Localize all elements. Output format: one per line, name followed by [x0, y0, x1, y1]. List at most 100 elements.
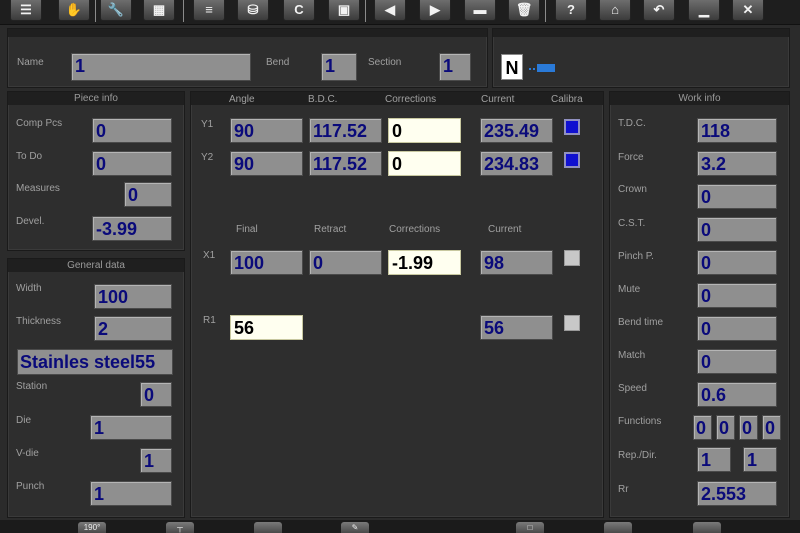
punch-tool-icon[interactable]: ┬ [166, 522, 194, 533]
close-icon[interactable]: ✕ [732, 0, 764, 21]
hand-icon[interactable]: ✋ [58, 0, 90, 21]
tdc-field[interactable]: 118 [697, 118, 777, 143]
tool-button-icon[interactable] [254, 522, 282, 533]
next-icon[interactable] [693, 522, 721, 533]
bend-label: Bend [266, 57, 290, 68]
col-final: Final [236, 224, 258, 235]
list-icon[interactable]: ☰ [10, 0, 42, 21]
station-field[interactable]: 0 [140, 382, 172, 407]
speed-label: Speed [618, 383, 647, 394]
r1-current-field[interactable]: 56 [480, 315, 553, 340]
y2-current-field[interactable]: 234.83 [480, 151, 553, 176]
measures-field[interactable]: 0 [124, 182, 172, 207]
comp-pcs-field[interactable]: 0 [92, 118, 172, 143]
bend-time-label: Bend time [618, 317, 664, 328]
settings-icon[interactable] [604, 522, 632, 533]
x1-current-field[interactable]: 98 [480, 250, 553, 275]
function-field-1[interactable]: 0 [693, 415, 712, 440]
mode-panel-bar [493, 29, 789, 37]
main-toolbar: ☰ ✋ 🔧 ▦ ≡ ⛁ C ▣ ◀ ▶ ▬ 🗑 ? ⌂ ↶ ▁ ✕ [0, 0, 800, 25]
force-field[interactable]: 3.2 [697, 151, 777, 176]
y1-angle-field[interactable]: 90 [230, 118, 303, 143]
axes-header: Angle B.D.C. Corrections Current Calibra [191, 92, 603, 105]
rep-dir-label: Rep./Dir. [618, 450, 657, 461]
y2-angle-field[interactable]: 90 [230, 151, 303, 176]
crown-label: Crown [618, 184, 647, 195]
to-do-label: To Do [16, 151, 43, 162]
pinch-field[interactable]: 0 [697, 250, 777, 275]
help-icon[interactable]: ? [555, 0, 587, 21]
to-do-field[interactable]: 0 [92, 151, 172, 176]
chart-icon[interactable]: ✎ [341, 522, 369, 533]
tool-direction-icon [529, 61, 557, 73]
minimize-icon[interactable]: ▁ [688, 0, 720, 21]
mode-indicator[interactable]: N [501, 54, 523, 80]
force-label: Force [618, 152, 644, 163]
measures-label: Measures [16, 183, 60, 194]
y1-bdc-field[interactable]: 117.52 [309, 118, 382, 143]
y1-calibra-checkbox[interactable] [564, 119, 580, 135]
function-field-4[interactable]: 0 [762, 415, 781, 440]
die-field[interactable]: 1 [90, 415, 172, 440]
devel-field[interactable]: -3.99 [92, 216, 172, 241]
rep-field[interactable]: 1 [697, 447, 731, 472]
vdie-label: V-die [16, 448, 39, 459]
database-icon[interactable]: ⛁ [237, 0, 269, 21]
arrow-right-icon[interactable]: ▶ [419, 0, 451, 21]
x1-final-field[interactable]: 100 [230, 250, 303, 275]
punch-field[interactable]: 1 [90, 481, 172, 506]
thickness-field[interactable]: 2 [94, 316, 172, 341]
function-field-2[interactable]: 0 [716, 415, 735, 440]
comp-pcs-label: Comp Pcs [16, 118, 63, 129]
general-data-panel: General data Width 100 Thickness 2 Stain… [7, 258, 185, 518]
match-field[interactable]: 0 [697, 349, 777, 374]
mute-label: Mute [618, 284, 641, 295]
trash-icon[interactable]: 🗑 [508, 0, 540, 21]
cst-field[interactable]: 0 [697, 217, 777, 242]
dir-field[interactable]: 1 [743, 447, 777, 472]
function-field-3[interactable]: 0 [739, 415, 758, 440]
y2-corrections-field[interactable]: 0 [388, 151, 461, 176]
y2-bdc-field[interactable]: 117.52 [309, 151, 382, 176]
edit-icon[interactable]: □ [516, 522, 544, 533]
wrench-icon[interactable]: 🔧 [100, 0, 132, 21]
rr-field[interactable]: 2.553 [697, 481, 777, 506]
layers-icon[interactable]: ≡ [193, 0, 225, 21]
r1-calibra-checkbox[interactable] [564, 315, 580, 331]
x1-corrections-field[interactable]: -1.99 [388, 250, 461, 275]
speed-field[interactable]: 0.6 [697, 382, 777, 407]
x1-retract-field[interactable]: 0 [309, 250, 382, 275]
name-field[interactable]: 1 [71, 53, 251, 81]
section-field[interactable]: 1 [439, 53, 471, 81]
crown-field[interactable]: 0 [697, 184, 777, 209]
mute-field[interactable]: 0 [697, 283, 777, 308]
y1-current-field[interactable]: 235.49 [480, 118, 553, 143]
station-label: Station [16, 381, 48, 392]
r1-final-field[interactable]: 56 [230, 315, 303, 340]
punch-label: Punch [16, 481, 45, 492]
width-field[interactable]: 100 [94, 284, 172, 309]
x1-calibra-checkbox[interactable] [564, 250, 580, 266]
col-calibra: Calibra [551, 94, 583, 105]
die-label: Die [16, 415, 32, 426]
piece-info-panel: Piece info Comp Pcs 0 To Do 0 Measures 0… [7, 91, 185, 251]
y1-corrections-field[interactable]: 0 [388, 118, 461, 143]
header-panel-bar [8, 29, 487, 37]
vdie-field[interactable]: 1 [140, 448, 172, 473]
piece-info-title: Piece info [8, 92, 184, 105]
work-info-panel: Work info T.D.C. 118 Force 3.2 Crown 0 C… [609, 91, 790, 518]
y2-calibra-checkbox[interactable] [564, 152, 580, 168]
toolbar-separator [183, 0, 184, 22]
angle-button[interactable]: 190° [78, 522, 106, 533]
undo-icon[interactable]: ↶ [643, 0, 675, 21]
bend-field[interactable]: 1 [321, 53, 357, 81]
save-icon[interactable]: ▣ [328, 0, 360, 21]
cst-label: C.S.T. [618, 218, 646, 229]
c-icon[interactable]: C [283, 0, 315, 21]
bend-time-field[interactable]: 0 [697, 316, 777, 341]
material-field[interactable]: Stainles steel55 [17, 349, 173, 375]
card-icon[interactable]: ▬ [464, 0, 496, 21]
calculator-icon[interactable]: ▦ [143, 0, 175, 21]
arrow-left-icon[interactable]: ◀ [374, 0, 406, 21]
home-icon[interactable]: ⌂ [599, 0, 631, 21]
